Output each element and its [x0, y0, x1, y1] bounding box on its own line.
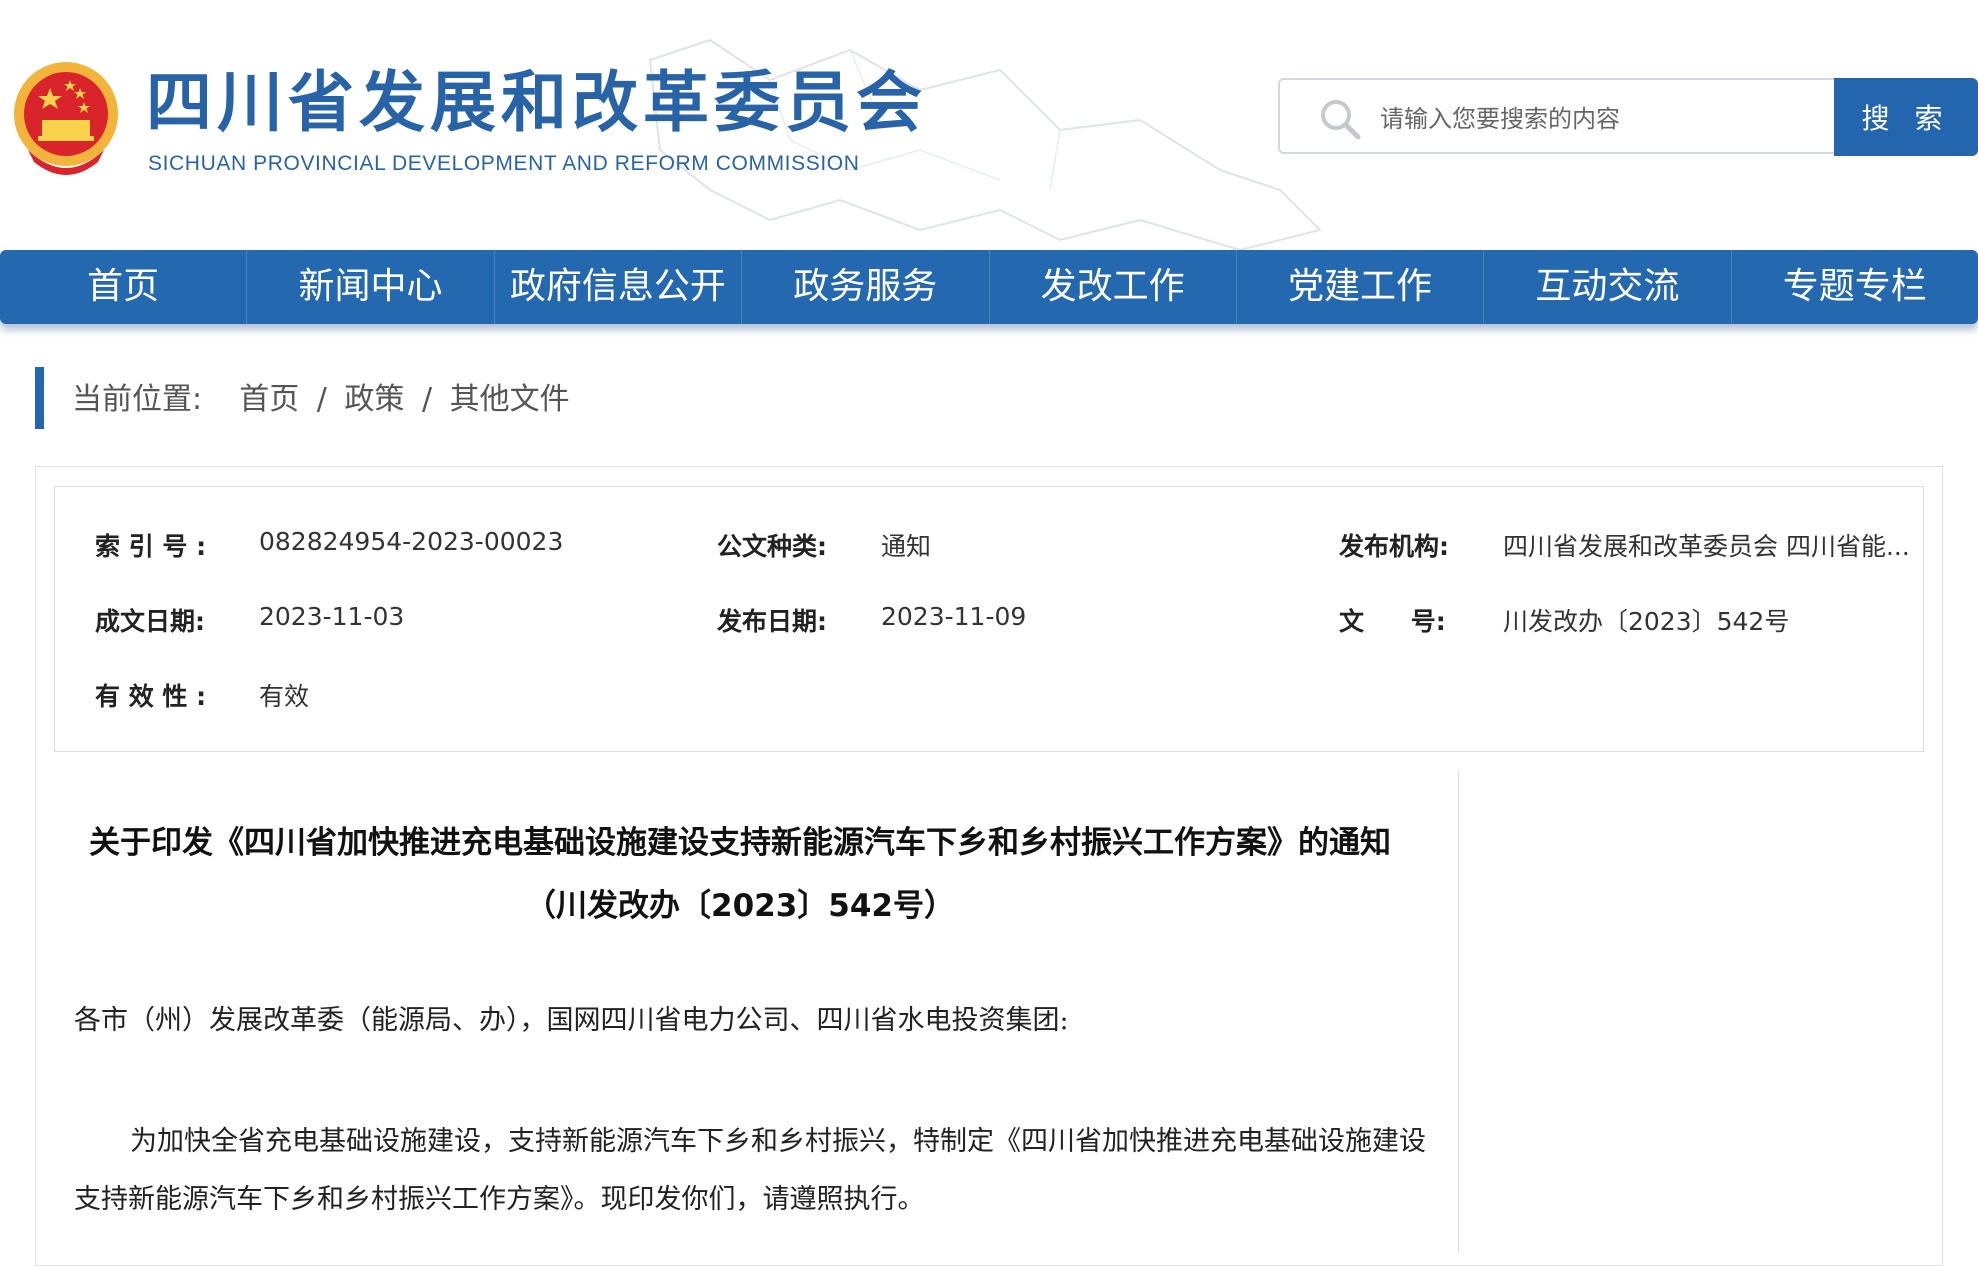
document-title: 关于印发《四川省加快推进充电基础设施建设支持新能源汽车下乡和乡村振兴工作方案》的… [89, 825, 1391, 924]
document-meta-table: 索 引 号 : 082824954-2023-00023 公文种类: 通知 发布… [54, 486, 1924, 752]
document-salutation: 各市（州）发展改革委（能源局、办），国网四川省电力公司、四川省水电投资集团: [74, 1005, 1069, 1036]
search-icon [1321, 100, 1361, 140]
search-input[interactable] [1378, 96, 1822, 142]
meta-publish-date-label: 发布日期: [717, 607, 827, 636]
nav-item-home[interactable]: 首页 [0, 250, 246, 324]
nav-item-special[interactable]: 专题专栏 [1730, 250, 1978, 324]
meta-created-date-label: 成文日期: [95, 607, 205, 636]
meta-doc-type-value: 通知 [881, 532, 932, 561]
meta-created-date-value: 2023-11-03 [259, 602, 405, 631]
meta-doc-type-label: 公文种类: [717, 532, 827, 561]
search-bar: 搜 索 [1278, 78, 1978, 156]
meta-publisher-label: 发布机构: [1339, 532, 1449, 561]
nav-item-gov-service[interactable]: 政务服务 [741, 250, 988, 324]
meta-doc-no-value: 川发改办〔2023〕542号 [1503, 607, 1790, 636]
search-button[interactable]: 搜 索 [1834, 78, 1978, 156]
nav-item-gov-info[interactable]: 政府信息公开 [493, 250, 741, 324]
nav-item-party-work[interactable]: 党建工作 [1235, 250, 1483, 324]
meta-doc-no-label: 文 号: [1339, 607, 1446, 636]
sidebar-divider [1458, 770, 1459, 1252]
main-nav: 首页 新闻中心 政府信息公开 政务服务 发改工作 党建工作 互动交流 专题专栏 [0, 250, 1978, 324]
breadcrumb-other-docs-link[interactable]: 其他文件 [450, 382, 570, 417]
site-header: 四川省发展和改革委员会 SICHUAN PROVINCIAL DEVELOPME… [0, 0, 1978, 250]
nav-item-reform-work[interactable]: 发改工作 [988, 250, 1236, 324]
breadcrumb: 当前位置: 首页 / 政策 / 其他文件 [72, 380, 570, 420]
meta-publisher-value: 四川省发展和改革委员会 四川省能... [1503, 532, 1910, 561]
site-title-en: SICHUAN PROVINCIAL DEVELOPMENT AND REFOR… [148, 152, 860, 175]
breadcrumb-policy-link[interactable]: 政策 [344, 382, 404, 417]
meta-index-no-label: 索 引 号 : [95, 532, 207, 561]
breadcrumb-prefix: 当前位置: [72, 382, 203, 417]
meta-publish-date-value: 2023-11-09 [881, 602, 1027, 631]
breadcrumb-home-link[interactable]: 首页 [239, 382, 299, 417]
national-emblem-logo [14, 62, 118, 175]
breadcrumb-separator: / [316, 382, 327, 417]
document-paragraph: 为加快全省充电基础设施建设，支持新能源汽车下乡和乡村振兴，特制定《四川省加快推进… [74, 1126, 1426, 1215]
meta-validity-label: 有 效 性 : [95, 682, 207, 711]
breadcrumb-accent-bar [35, 367, 44, 429]
search-box [1278, 78, 1834, 154]
meta-index-no-value: 082824954-2023-00023 [259, 527, 564, 556]
breadcrumb-separator: / [421, 382, 433, 417]
nav-item-interaction[interactable]: 互动交流 [1483, 250, 1730, 324]
site-title-cn: 四川省发展和改革委员会 [146, 64, 927, 141]
meta-validity-value: 有效 [259, 682, 310, 711]
nav-item-news[interactable]: 新闻中心 [246, 250, 493, 324]
